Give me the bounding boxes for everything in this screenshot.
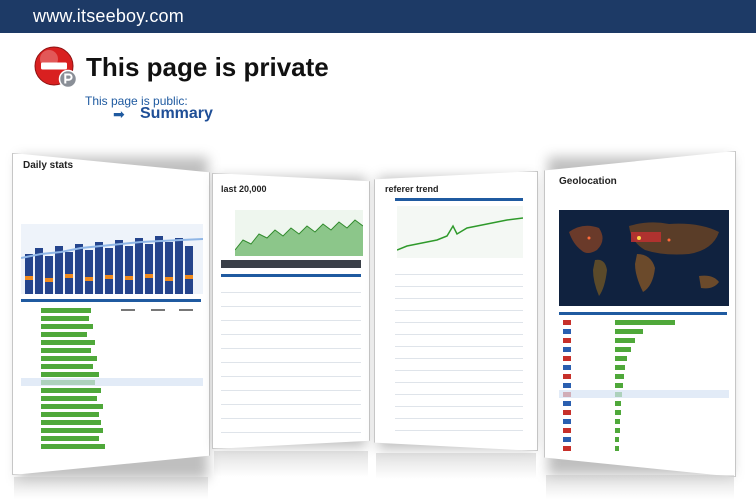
site-url[interactable]: www.itseeboy.com <box>33 6 184 27</box>
site-header: www.itseeboy.com <box>0 0 756 33</box>
arrow-right-icon: ➡ <box>113 106 125 122</box>
last-visits-chart <box>235 210 363 256</box>
screenshots-gallery: Daily stats last 20,000 referer trend Ge… <box>0 145 756 501</box>
panel-title: referer trend <box>385 184 439 194</box>
country-table <box>559 320 729 451</box>
timeline-bar <box>221 260 361 268</box>
panel-title: Daily stats <box>23 160 74 171</box>
daily-stats-preview[interactable]: Daily stats <box>12 153 210 475</box>
referer-trend-chart <box>397 206 523 258</box>
world-map <box>559 210 729 306</box>
last-visits-preview[interactable]: last 20,000 <box>212 173 370 449</box>
page-title: This page is private <box>86 52 329 82</box>
referer-trend-preview[interactable]: referer trend <box>374 171 538 451</box>
panel-title: last 20,000 <box>221 184 267 194</box>
summary-link[interactable]: Summary <box>140 105 213 123</box>
panel-title: Geolocation <box>559 176 617 187</box>
daily-stats-table <box>21 308 203 449</box>
geolocation-preview[interactable]: Geolocation <box>544 151 736 477</box>
daily-stats-chart <box>21 224 203 294</box>
private-stop-icon <box>34 46 78 89</box>
